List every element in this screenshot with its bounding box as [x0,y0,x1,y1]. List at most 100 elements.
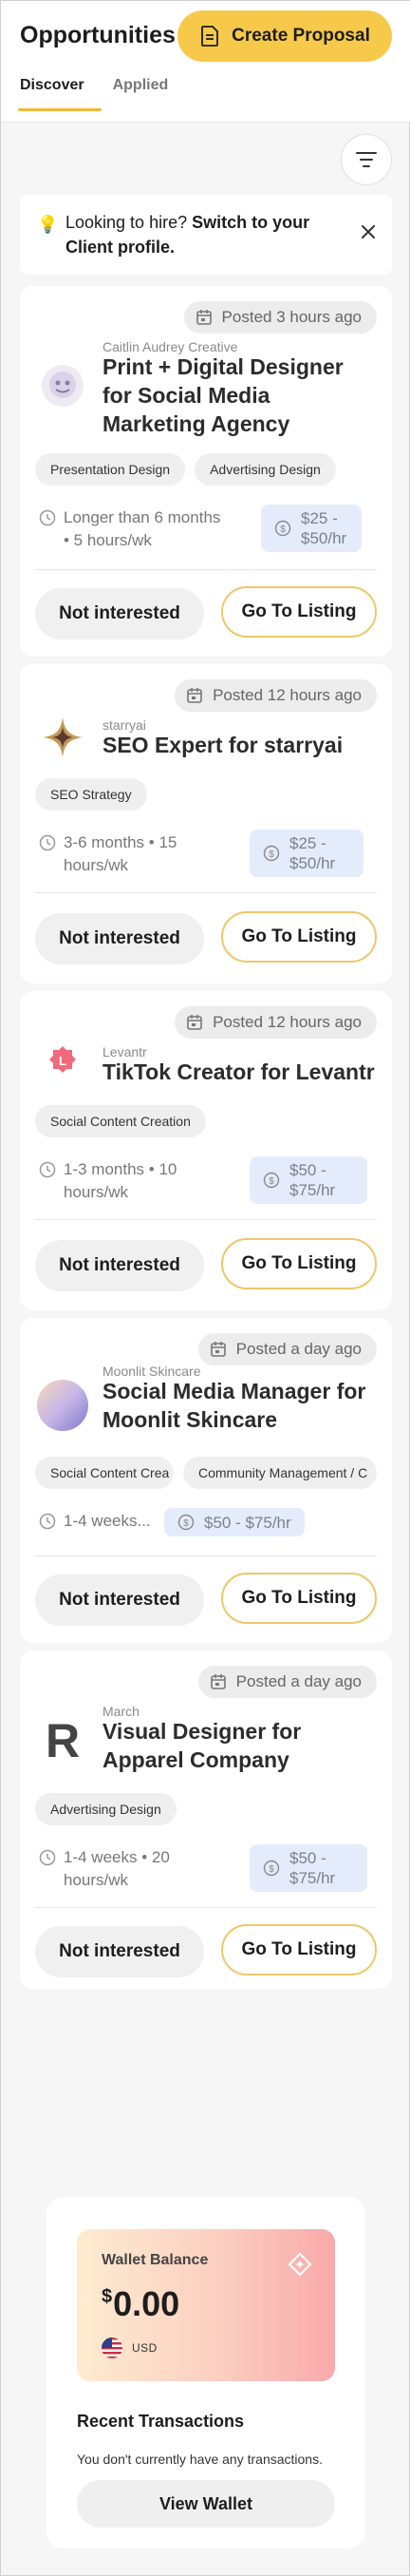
skill-tags: Social Content Creation [35,1105,206,1137]
create-proposal-button[interactable]: Create Proposal [177,10,392,62]
view-wallet-button[interactable]: View Wallet [77,2480,335,2528]
posted-text: Posted 3 hours ago [221,308,362,326]
recent-transactions-title: Recent Transactions [77,2412,245,2431]
tab-bar: Discover Applied [18,77,169,111]
tab-discover[interactable]: Discover [18,77,102,111]
page-title: Opportunities [20,22,176,48]
job-title[interactable]: Print + Digital Designer for Social Medi… [102,353,378,438]
skill-tags: SEO Strategy [35,778,147,811]
wallet-balance-label: Wallet Balance [102,2252,209,2268]
filter-button[interactable] [341,134,392,185]
job-card: Posted 12 hours ago starryai SEO Expert … [20,664,392,983]
job-duration: Longer than 6 months • 5 hours/wk [39,506,229,552]
calendar-icon [196,310,212,325]
posted-text: Posted 12 hours ago [213,686,362,704]
rate-text: $25 - $50/hr [301,509,347,547]
go-to-listing-button[interactable]: Go To Listing [221,586,377,638]
job-card: Posted a day ago Moonlit Skincare Social… [20,1318,392,1643]
skill-tags: Social Content Crea Community Management… [35,1457,377,1489]
wallet-balance-amount: $0.00 [102,2284,179,2324]
currency-symbol: $ [102,2286,113,2307]
us-flag-icon [102,2337,122,2358]
job-title[interactable]: SEO Expert for starryai [102,731,378,759]
divider [35,569,377,570]
svg-text:$: $ [183,1518,189,1529]
posted-text: Posted 12 hours ago [213,1013,362,1031]
not-interested-button[interactable]: Not interested [35,1574,204,1626]
job-duration: 1-3 months • 10 hours/wk [39,1158,229,1204]
company-logo [37,1380,88,1431]
skill-tag: Community Management / C [183,1457,377,1489]
job-title[interactable]: Visual Designer for Apparel Company [102,1717,378,1774]
header: Opportunities Create Proposal Discover A… [1,1,410,123]
go-to-listing-button[interactable]: Go To Listing [221,1573,377,1624]
tab-applied[interactable]: Applied [113,77,169,111]
document-icon [201,26,219,47]
rate-badge: $ $50 - $75/hr [250,1156,367,1204]
rate-badge: $ $50 - $75/hr [164,1508,305,1536]
not-interested-button[interactable]: Not interested [35,1240,204,1291]
divider [35,1555,377,1556]
posted-badge: Posted a day ago [197,1666,377,1698]
coin-icon: $ [263,1172,280,1189]
coin-icon: $ [177,1514,195,1531]
clock-icon [39,1161,56,1178]
close-icon[interactable] [360,223,377,240]
currency-code: USD [132,2341,158,2355]
go-to-listing-button[interactable]: Go To Listing [221,1238,377,1289]
job-card: Posted a day ago R March Visual Designer… [20,1651,392,1989]
skill-tag: Advertising Design [35,1793,177,1825]
posted-badge: Posted 3 hours ago [183,301,377,334]
calendar-icon [187,688,202,703]
wallet-widget: Wallet Balance $0.00 USD Recent Transact… [47,2197,365,2548]
rate-text: $50 - $75/hr [289,1161,336,1199]
clock-icon [39,1849,56,1866]
divider [35,1907,377,1908]
svg-text:$: $ [269,1176,274,1187]
skill-tag: Advertising Design [195,453,336,486]
rate-badge: $ $25 - $50/hr [250,830,363,877]
job-card: Posted 3 hours ago Caitlin Audrey Creati… [20,286,392,657]
go-to-listing-button[interactable]: Go To Listing [221,1924,377,1975]
empty-transactions-text: You don't currently have any transaction… [77,2452,323,2467]
job-title[interactable]: Social Media Manager for Moonlit Skincar… [102,1377,378,1434]
not-interested-button[interactable]: Not interested [35,913,204,964]
posted-badge: Posted a day ago [197,1333,377,1365]
skill-tags: Presentation Design Advertising Design [35,453,336,486]
rate-badge: $ $25 - $50/hr [261,505,362,552]
coin-icon: $ [263,1860,280,1877]
clock-icon [39,834,56,851]
company-logo [43,717,83,757]
not-interested-button[interactable]: Not interested [35,1926,204,1977]
calendar-icon [210,1674,226,1689]
client-profile-notice: 💡 Looking to hire? Switch to your Client… [20,195,392,275]
duration-text: 1-4 weeks... [64,1512,151,1530]
rate-text: $50 - $75/hr [204,1513,291,1532]
skill-tag: SEO Strategy [35,778,147,811]
clock-icon [39,509,56,526]
duration-text: 1-4 weeks • 20 hours/wk [64,1848,170,1889]
notice-text: Looking to hire? [65,213,188,232]
go-to-listing-button[interactable]: Go To Listing [221,911,377,963]
svg-text:L: L [59,1054,66,1068]
wallet-balance-card: Wallet Balance $0.00 USD [77,2229,335,2381]
clock-icon [39,1513,56,1530]
job-duration: 3-6 months • 15 hours/wk [39,831,229,877]
company-logo [42,365,84,407]
job-duration: 1-4 weeks... [39,1510,151,1533]
svg-text:R: R [46,1715,80,1763]
svg-text:$: $ [269,1864,274,1875]
divider [35,1219,377,1220]
coin-icon: $ [263,845,280,862]
skill-tag: Social Content Creation [35,1105,206,1137]
skill-tag: Social Content Crea [35,1457,174,1489]
not-interested-button[interactable]: Not interested [35,588,204,639]
calendar-icon [210,1342,226,1357]
posted-text: Posted a day ago [235,1340,362,1358]
posted-text: Posted a day ago [235,1672,362,1690]
svg-text:$: $ [280,525,286,535]
amount-value: 0.00 [113,2284,180,2323]
job-duration: 1-4 weeks • 20 hours/wk [39,1846,229,1892]
app-frame: Opportunities Create Proposal Discover A… [0,0,410,2576]
job-title[interactable]: TikTok Creator for Levantr [102,1058,378,1086]
